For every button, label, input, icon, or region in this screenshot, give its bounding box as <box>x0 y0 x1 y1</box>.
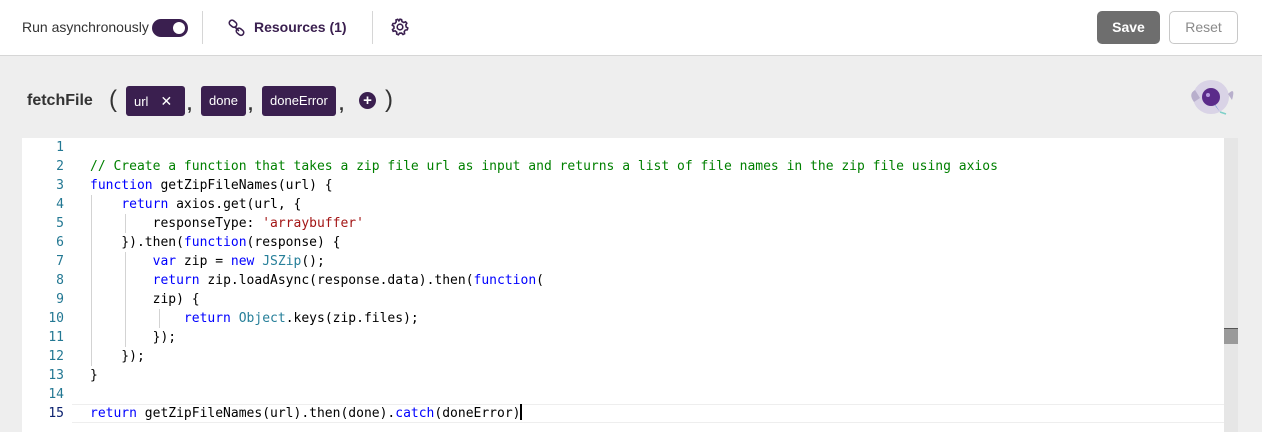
line-number: 8 <box>56 273 64 288</box>
param-chip-url[interactable]: url ✕ <box>126 86 185 116</box>
line-number: 5 <box>56 216 64 231</box>
code-line: // Create a function that takes a zip fi… <box>90 159 998 174</box>
run-async-label: Run asynchronously <box>22 19 149 35</box>
toolbar-divider <box>372 11 373 44</box>
code-line: return zip.loadAsync(response.data).then… <box>152 273 544 288</box>
code-line: return axios.get(url, { <box>121 197 302 212</box>
line-number-active: 15 <box>48 406 64 421</box>
param-separator: , <box>248 94 254 114</box>
code-line: return Object.keys(zip.files); <box>183 311 419 326</box>
line-number: 12 <box>48 349 64 364</box>
toolbar: Run asynchronously Resources (1) Save Re… <box>0 0 1262 56</box>
link-icon[interactable] <box>227 18 247 38</box>
open-paren: ( <box>109 86 117 113</box>
line-number: 13 <box>48 368 64 383</box>
line-number: 9 <box>56 292 64 307</box>
line-number: 14 <box>48 387 64 402</box>
plus-icon[interactable]: + <box>359 92 376 109</box>
gear-icon[interactable] <box>390 17 410 37</box>
reset-button[interactable]: Reset <box>1169 11 1238 44</box>
param-label: url <box>134 94 149 109</box>
vertical-scrollbar[interactable] <box>1224 138 1238 432</box>
line-number: 7 <box>56 254 64 269</box>
code-line: }); <box>90 330 177 345</box>
run-async-toggle[interactable] <box>152 19 188 37</box>
param-chip-done[interactable]: done <box>201 86 246 116</box>
line-number: 6 <box>56 235 64 250</box>
param-label: done <box>209 93 238 108</box>
line-number-gutter: 1 2 3 4 5 6 7 8 9 10 11 12 13 14 15 <box>22 138 72 432</box>
resources-button[interactable]: Resources (1) <box>254 19 347 35</box>
param-label: doneError <box>270 93 328 108</box>
code-line: function getZipFileNames(url) { <box>90 178 333 193</box>
text-cursor <box>520 404 523 420</box>
code-line: }).then(function(response) { <box>90 235 341 250</box>
scrollbar-thumb[interactable] <box>1224 329 1238 344</box>
line-number: 11 <box>48 330 64 345</box>
line-number: 1 <box>56 140 64 155</box>
save-button[interactable]: Save <box>1097 11 1160 44</box>
toggle-knob <box>173 22 185 34</box>
code-line: } <box>90 368 98 383</box>
param-separator: , <box>339 94 345 114</box>
code-line: zip) { <box>90 292 200 307</box>
line-number: 10 <box>48 311 64 326</box>
line-number: 4 <box>56 197 64 212</box>
code-editor[interactable]: 1 2 3 4 5 6 7 8 9 10 11 12 13 14 15 // C… <box>22 138 1238 432</box>
code-line-active: return getZipFileNames(url).then(done).c… <box>90 404 523 421</box>
line-number: 3 <box>56 178 64 193</box>
line-number: 2 <box>56 159 64 174</box>
close-paren: ) <box>385 86 393 113</box>
code-line: var zip = new JSZip(); <box>152 254 325 269</box>
code-line: responseType: 'arraybuffer' <box>90 216 364 231</box>
function-name: fetchFile <box>27 92 93 109</box>
param-chip-doneerror[interactable]: doneError <box>262 86 336 116</box>
toolbar-divider <box>202 11 203 44</box>
assistant-avatar-icon[interactable] <box>1186 72 1238 124</box>
close-icon[interactable]: ✕ <box>160 93 172 109</box>
code-line: }); <box>90 349 145 364</box>
param-separator: , <box>187 94 193 114</box>
